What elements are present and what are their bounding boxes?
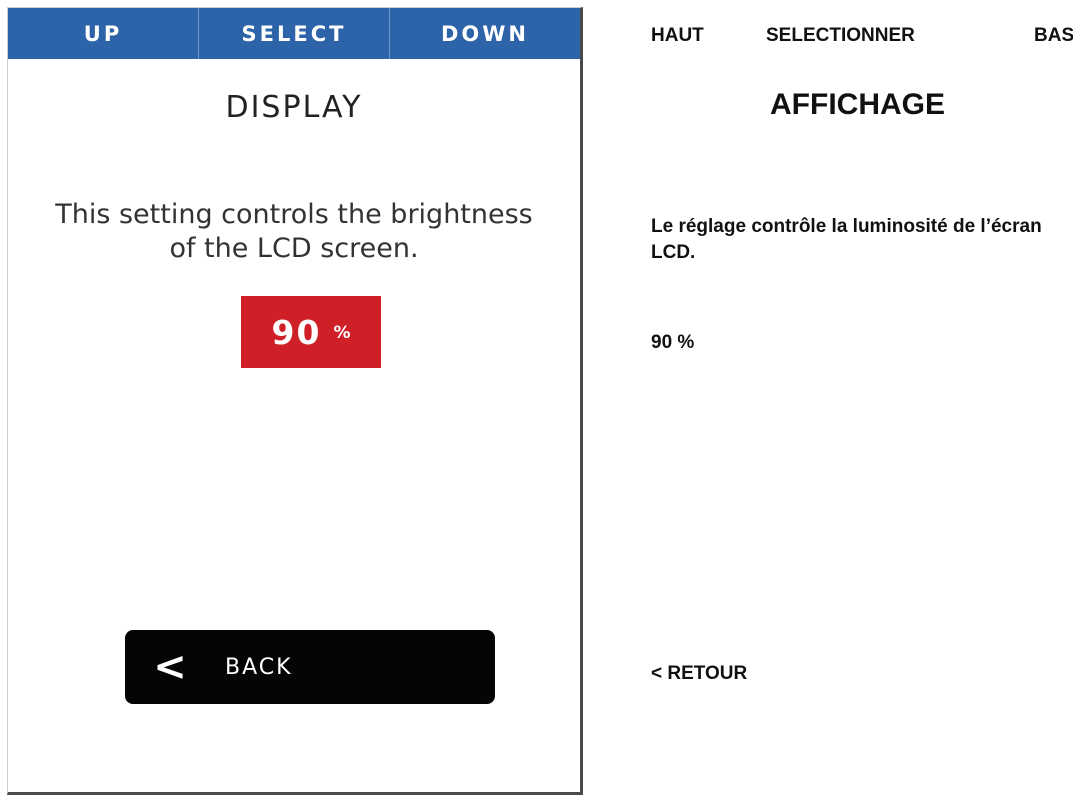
translation-value: 90 % bbox=[651, 332, 695, 353]
translation-down: BAS bbox=[1034, 25, 1073, 46]
brightness-value-unit: % bbox=[333, 323, 351, 343]
brightness-value[interactable]: 90 % bbox=[241, 296, 381, 368]
translation-select: SELECTIONNER bbox=[766, 25, 915, 46]
setting-description: This setting controls the brightness of … bbox=[8, 198, 580, 266]
translation-description: Le réglage contrôle la luminosité de l’é… bbox=[651, 216, 1042, 263]
translation-up: HAUT bbox=[651, 25, 704, 46]
translation-title: AFFICHAGE bbox=[770, 88, 945, 121]
brightness-value-number: 90 bbox=[271, 312, 322, 352]
up-button[interactable]: UP bbox=[8, 8, 198, 59]
select-button[interactable]: SELECT bbox=[198, 8, 389, 59]
setting-description-text: This setting controls the brightness of … bbox=[55, 199, 533, 264]
translation-back: < RETOUR bbox=[651, 663, 748, 684]
nav-bar: UP SELECT DOWN bbox=[8, 8, 580, 59]
screen-title: DISPLAY bbox=[225, 90, 363, 125]
device-screen: UP SELECT DOWN DISPLAY This setting cont… bbox=[7, 7, 583, 795]
back-button-label: BACK bbox=[225, 654, 293, 680]
back-button[interactable]: < BACK bbox=[125, 630, 495, 704]
chevron-left-icon: < bbox=[153, 644, 187, 690]
down-button[interactable]: DOWN bbox=[389, 8, 580, 59]
